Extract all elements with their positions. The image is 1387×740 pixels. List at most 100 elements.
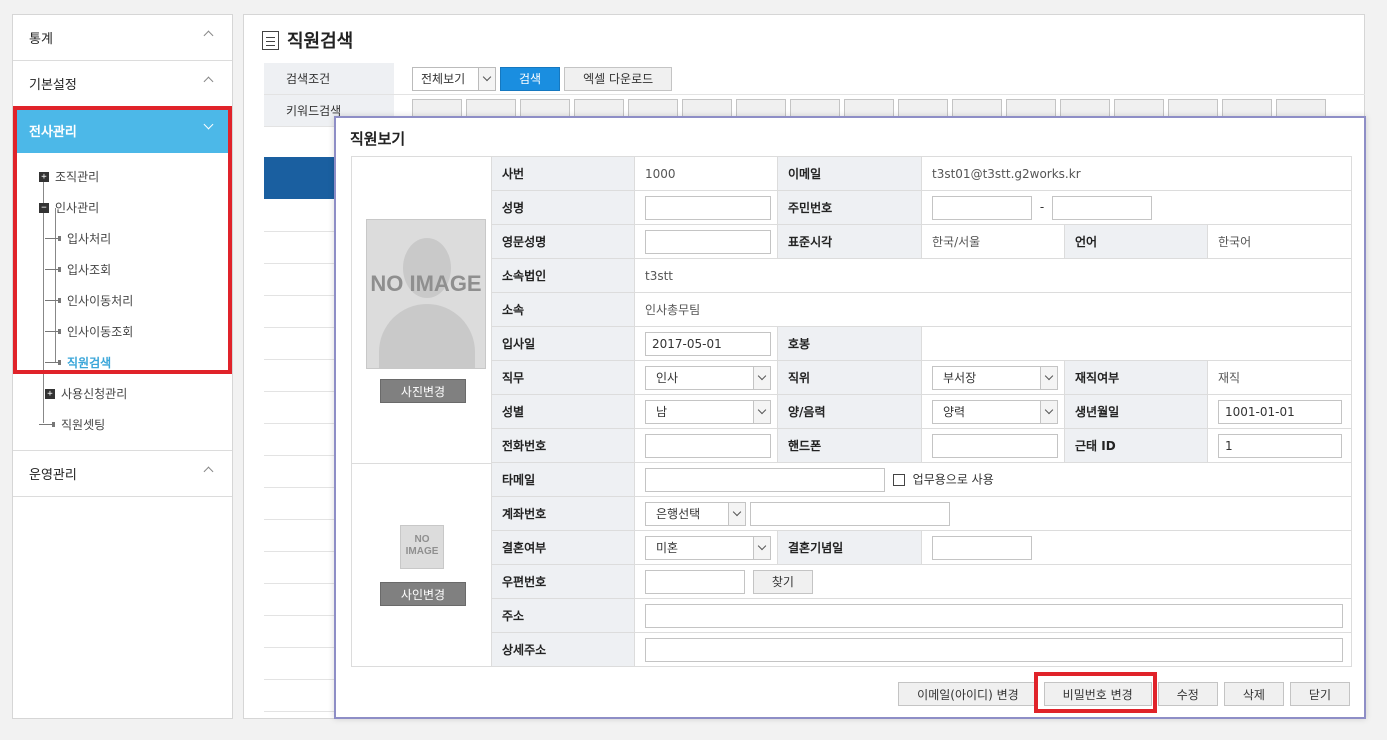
close-button[interactable]: 닫기 xyxy=(1289,682,1350,706)
table-row xyxy=(264,455,344,456)
select-value: 남 xyxy=(656,405,668,419)
change-photo-button[interactable]: 사진변경 xyxy=(380,379,466,403)
eng-name-input[interactable] xyxy=(645,229,771,254)
attendance-label: 근태 ID xyxy=(1064,428,1208,463)
dept-value: 인사총무팀 xyxy=(633,292,1353,327)
tree-branch-icon xyxy=(45,267,61,272)
person-silhouette-icon xyxy=(379,304,475,368)
delete-button[interactable]: 삭제 xyxy=(1223,682,1284,706)
select-value: 전체보기 xyxy=(421,72,466,86)
expand-icon[interactable]: + xyxy=(45,388,55,399)
attendance-input[interactable]: 1 xyxy=(1218,433,1342,458)
corp-label: 소속법인 xyxy=(491,258,635,293)
table-row xyxy=(264,327,344,328)
status-label: 재직여부 xyxy=(1064,360,1208,395)
duty-select[interactable]: 인사 xyxy=(645,365,771,390)
dept-label: 소속 xyxy=(491,292,635,327)
rrn-back-input[interactable] xyxy=(1052,195,1152,220)
change-signature-button[interactable]: 사인변경 xyxy=(380,582,466,606)
position-select[interactable]: 부서장 xyxy=(932,365,1058,390)
tree-item-org[interactable]: + 조직관리 xyxy=(13,161,232,192)
sidebar-section-basic-settings[interactable]: 기본설정 xyxy=(13,61,232,107)
married-select[interactable]: 미혼 xyxy=(645,535,771,560)
table-row xyxy=(264,615,344,616)
join-date-label: 입사일 xyxy=(491,326,635,361)
modal-actions: 이메일(아이디) 변경 비밀번호 변경 수정 삭제 닫기 xyxy=(898,682,1350,706)
tree-branch-icon xyxy=(45,298,61,303)
table-row xyxy=(264,359,344,360)
sidebar-section-label: 기본설정 xyxy=(29,78,77,93)
birth-input[interactable]: 1001-01-01 xyxy=(1218,399,1342,424)
tree-branch-icon xyxy=(45,360,61,365)
tree-item-transfer[interactable]: 인사이동처리 xyxy=(13,285,232,316)
rrn-front-input[interactable] xyxy=(932,195,1032,220)
gender-select[interactable]: 남 xyxy=(645,399,771,424)
mobile-input[interactable] xyxy=(932,433,1058,458)
business-use-checkbox[interactable] xyxy=(892,473,905,486)
excel-download-button[interactable]: 엑셀 다운로드 xyxy=(564,66,673,91)
find-zip-button[interactable]: 찾기 xyxy=(752,569,813,594)
tree-item-label: 인사이동처리 xyxy=(67,294,134,308)
address-detail-input[interactable] xyxy=(645,637,1343,662)
edit-button[interactable]: 수정 xyxy=(1157,682,1218,706)
search-scope-select[interactable]: 전체보기 xyxy=(412,66,496,91)
tree-item-hr[interactable]: − 인사관리 xyxy=(13,192,232,223)
change-password-button[interactable]: 비밀번호 변경 xyxy=(1043,682,1152,706)
rrn-separator: - xyxy=(1039,200,1045,214)
bank-select[interactable]: 은행선택 xyxy=(645,501,746,526)
chevron-down-icon xyxy=(1040,366,1057,389)
signature-image: NO IMAGE xyxy=(400,525,444,569)
email-value: t3st01@t3stt.g2works.kr xyxy=(920,156,1353,191)
account-input[interactable] xyxy=(749,501,950,526)
tree-item-usage-request[interactable]: + 사용신청관리 xyxy=(13,378,232,409)
profile-photo: NO IMAGE xyxy=(366,219,486,369)
document-icon xyxy=(262,30,279,50)
tree-item-transfer-search[interactable]: 인사이동조회 xyxy=(13,316,232,347)
table-row xyxy=(264,295,344,296)
tree-item-label: 직원검색 xyxy=(67,356,112,370)
tree-item-onboarding-search[interactable]: 입사조회 xyxy=(13,254,232,285)
no-image-text: NO IMAGE xyxy=(405,534,439,557)
anniversary-input[interactable] xyxy=(932,535,1032,560)
tree-item-employee-setting[interactable]: 직원셋팅 xyxy=(13,409,232,440)
sidebar-section-label: 운영관리 xyxy=(29,468,77,483)
duty-label: 직무 xyxy=(491,360,635,395)
join-date-input[interactable]: 2017-05-01 xyxy=(645,331,771,356)
chevron-down-icon xyxy=(753,366,770,389)
zip-label: 우편번호 xyxy=(491,564,635,599)
page-title-text: 직원검색 xyxy=(287,31,354,52)
language-value: 한국어 xyxy=(1206,224,1353,259)
divider xyxy=(352,463,491,464)
position-label: 직위 xyxy=(777,360,922,395)
table-row xyxy=(264,263,344,264)
employee-form: 사번 1000 이메일 t3st01@t3stt.g2works.kr 성명 주… xyxy=(491,156,1353,667)
married-label: 결혼여부 xyxy=(491,530,635,565)
search-button[interactable]: 검색 xyxy=(500,66,561,91)
change-email-button[interactable]: 이메일(아이디) 변경 xyxy=(898,682,1038,706)
chevron-down-icon xyxy=(753,400,770,423)
expand-icon[interactable]: + xyxy=(39,171,49,182)
address-input[interactable] xyxy=(645,603,1343,628)
sidebar-section-operations[interactable]: 운영관리 xyxy=(13,451,232,497)
collapse-icon[interactable]: − xyxy=(39,202,49,213)
sidebar-section-label: 통계 xyxy=(29,32,53,47)
email-label: 이메일 xyxy=(777,156,922,191)
phone-input[interactable] xyxy=(645,433,771,458)
gender-label: 성별 xyxy=(491,394,635,429)
sidebar-section-stats[interactable]: 통계 xyxy=(13,15,232,61)
name-input[interactable] xyxy=(645,195,771,220)
tree-item-label: 조직관리 xyxy=(55,170,100,184)
table-row xyxy=(264,231,344,232)
emp-no-label: 사번 xyxy=(491,156,635,191)
search-condition-label: 검색조건 xyxy=(264,63,394,94)
other-email-input[interactable] xyxy=(645,467,885,492)
timezone-label: 표준시각 xyxy=(777,224,922,259)
sidebar-section-company-management[interactable]: 전사관리 xyxy=(13,107,232,153)
tree-item-employee-search[interactable]: 직원검색 xyxy=(13,347,232,378)
tree-item-onboarding[interactable]: 입사처리 xyxy=(13,223,232,254)
chevron-down-icon xyxy=(203,119,214,130)
calendar-select[interactable]: 양력 xyxy=(932,399,1058,424)
zip-input[interactable] xyxy=(645,569,745,594)
chevron-down-icon xyxy=(728,502,745,525)
tree-branch-icon xyxy=(45,329,61,334)
